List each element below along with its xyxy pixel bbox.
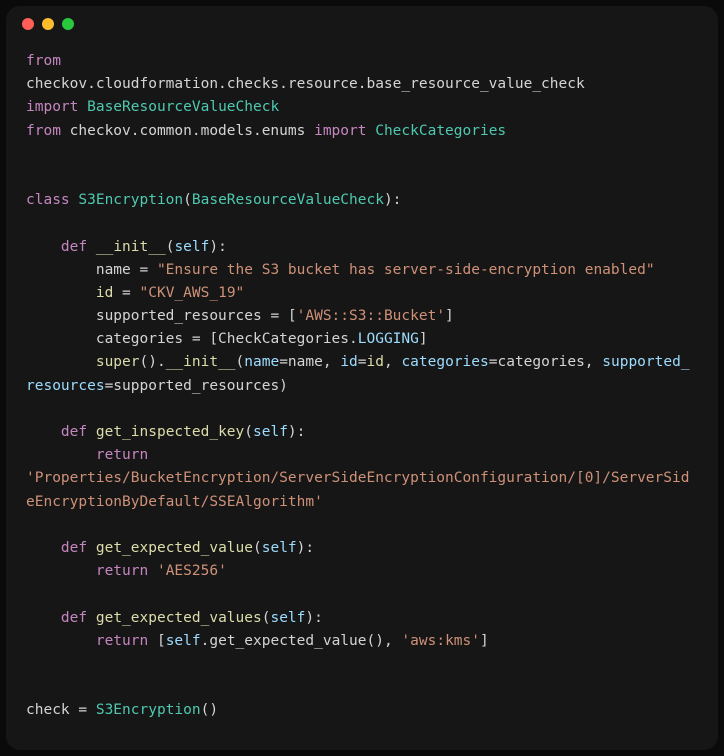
- function-name: __init__: [166, 354, 236, 370]
- minimize-icon[interactable]: [42, 18, 54, 30]
- punct: =: [358, 354, 367, 370]
- indent: [26, 354, 96, 370]
- indent: [26, 610, 61, 626]
- builtin: id: [96, 285, 113, 301]
- keyword: return: [96, 447, 148, 463]
- punct: ):: [297, 540, 314, 556]
- keyword: from: [26, 123, 61, 139]
- punct: ]: [419, 331, 428, 347]
- self: self: [253, 424, 288, 440]
- class-name: CheckCategories: [366, 123, 506, 139]
- punct: ().: [140, 354, 166, 370]
- module-path: checkov.cloudformation.checks.resource.b…: [26, 53, 593, 92]
- self: self: [166, 633, 201, 649]
- string: "CKV_AWS_19": [140, 285, 245, 301]
- maximize-icon[interactable]: [62, 18, 74, 30]
- function-name: __init__: [87, 239, 166, 255]
- indent: [26, 424, 61, 440]
- indent: [26, 285, 96, 301]
- punct: =supported_resources): [105, 378, 288, 394]
- keyword: class: [26, 192, 70, 208]
- keyword: def: [61, 610, 87, 626]
- indent: [26, 331, 96, 347]
- keyword: def: [61, 239, 87, 255]
- keyword: def: [61, 540, 87, 556]
- keyword: return: [96, 633, 148, 649]
- base-class: BaseResourceValueCheck: [192, 192, 384, 208]
- keyword: import: [26, 99, 78, 115]
- punct: ):: [305, 610, 322, 626]
- keyword: return: [96, 563, 148, 579]
- punct: =categories,: [489, 354, 603, 370]
- code-content: from checkov.cloudformation.checks.resou…: [6, 42, 718, 750]
- keyword: def: [61, 424, 87, 440]
- string: "Ensure the S3 bucket has server-side-en…: [157, 262, 655, 278]
- function-name: get_expected_values: [87, 610, 262, 626]
- class-name: S3Encryption: [70, 192, 184, 208]
- close-icon[interactable]: [22, 18, 34, 30]
- string: 'AES256': [148, 563, 227, 579]
- self: self: [262, 540, 297, 556]
- indent: [26, 633, 96, 649]
- assign: supported_resources = [: [96, 308, 297, 324]
- call: .get_expected_value(),: [201, 633, 402, 649]
- self: self: [270, 610, 305, 626]
- class-name: BaseResourceValueCheck: [78, 99, 279, 115]
- param: id: [340, 354, 357, 370]
- param: name: [244, 354, 279, 370]
- punct: ):: [384, 192, 401, 208]
- string: 'AWS::S3::Bucket': [297, 308, 445, 324]
- indent: [26, 563, 96, 579]
- builtin: id: [367, 354, 384, 370]
- param: categories: [401, 354, 488, 370]
- assign: check =: [26, 702, 96, 718]
- indent: [26, 239, 61, 255]
- punct: [: [148, 633, 165, 649]
- function-name: get_expected_value: [87, 540, 253, 556]
- code-window: from checkov.cloudformation.checks.resou…: [6, 6, 718, 750]
- indent: [26, 262, 96, 278]
- punct: =name,: [279, 354, 340, 370]
- module-path: checkov.common.models.enums: [61, 123, 314, 139]
- punct: ):: [209, 239, 226, 255]
- self: self: [174, 239, 209, 255]
- assign: name =: [96, 262, 157, 278]
- punct: (: [253, 540, 262, 556]
- string: 'aws:kms': [401, 633, 480, 649]
- function-name: get_inspected_key: [87, 424, 244, 440]
- punct: ,: [384, 354, 401, 370]
- assign: =: [113, 285, 139, 301]
- call: (): [201, 702, 218, 718]
- titlebar: [6, 6, 718, 42]
- indent: [26, 447, 96, 463]
- builtin: super: [96, 354, 140, 370]
- keyword: from: [26, 53, 61, 69]
- keyword: import: [314, 123, 366, 139]
- assign: categories = [CheckCategories.: [96, 331, 358, 347]
- punct: (: [244, 424, 253, 440]
- constant: LOGGING: [358, 331, 419, 347]
- punct: ]: [445, 308, 454, 324]
- punct: ]: [480, 633, 489, 649]
- indent: [26, 540, 61, 556]
- punct: (: [183, 192, 192, 208]
- punct: ):: [288, 424, 305, 440]
- punct: (: [236, 354, 245, 370]
- class-name: S3Encryption: [96, 702, 201, 718]
- indent: [26, 308, 96, 324]
